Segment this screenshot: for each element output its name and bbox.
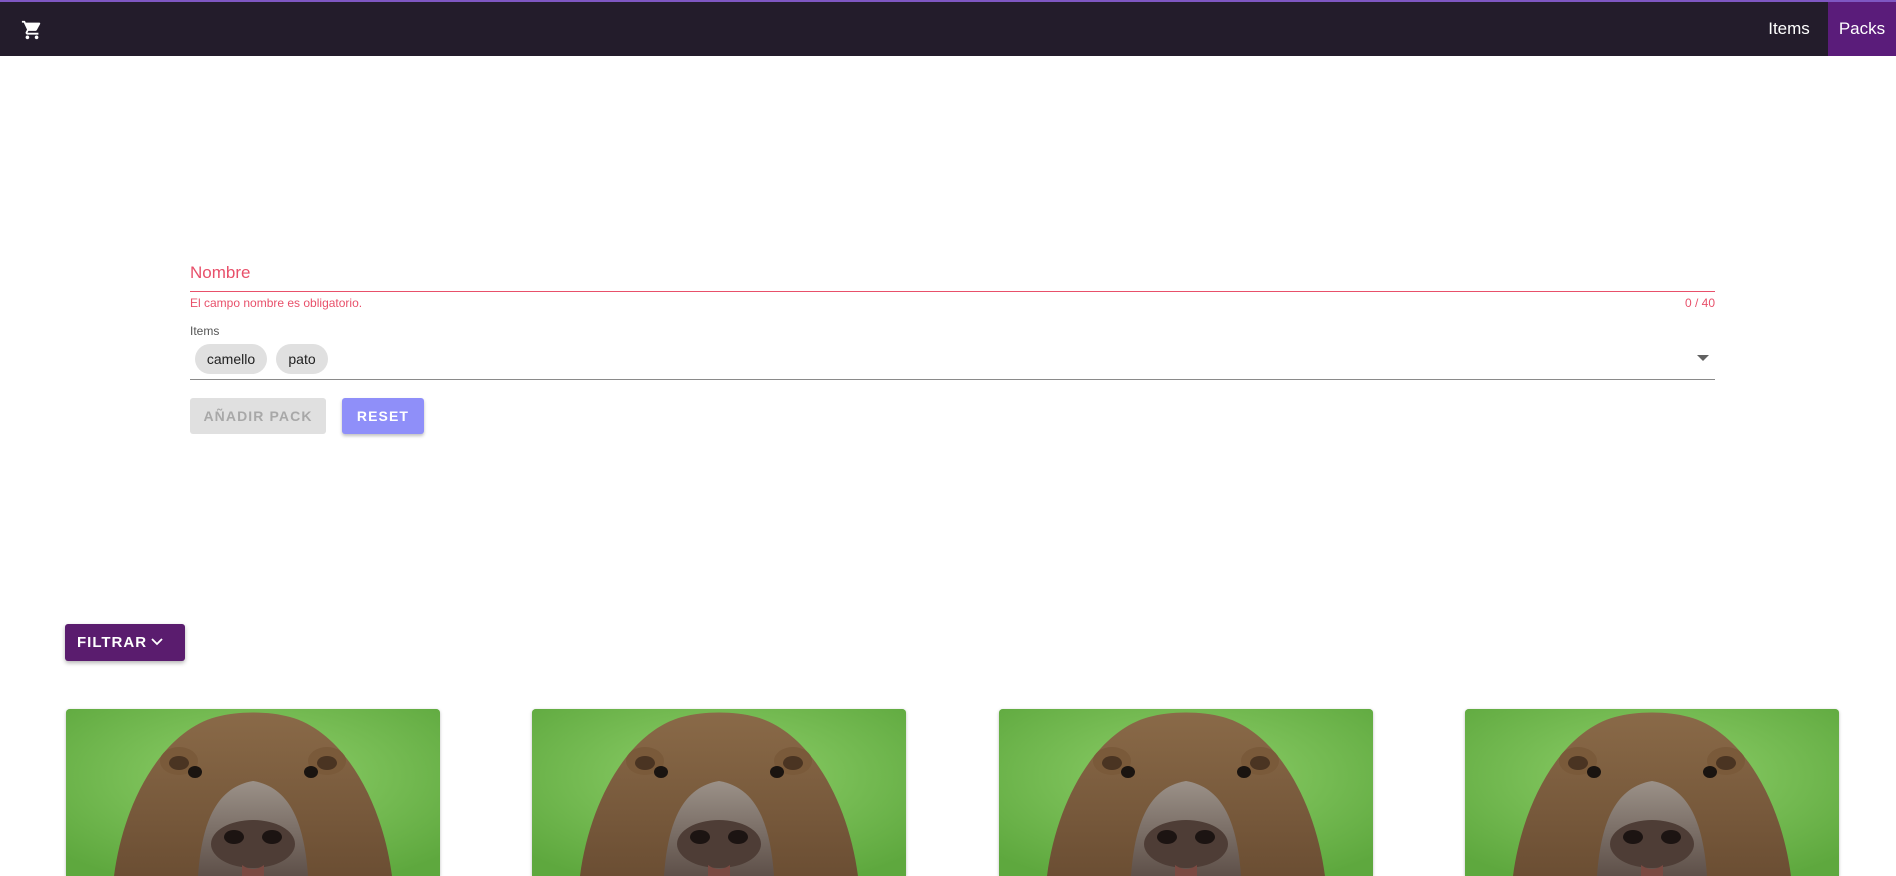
- capybara-photo: [1465, 709, 1839, 876]
- capybara-photo: [66, 709, 440, 876]
- filter-button-label: FILTRAR: [77, 634, 148, 651]
- chevron-down-icon: [151, 638, 163, 646]
- pack-card[interactable]: [66, 709, 440, 876]
- pack-card[interactable]: [999, 709, 1373, 876]
- add-pack-button[interactable]: AÑADIR PACK: [190, 398, 326, 434]
- shopping-cart-icon[interactable]: [14, 14, 50, 46]
- capybara-photo: [532, 709, 906, 876]
- top-navbar: Items Packs: [0, 0, 1896, 56]
- name-field[interactable]: Nombre: [190, 258, 1715, 292]
- name-character-counter: 0 / 40: [1684, 296, 1715, 310]
- nav-link-items[interactable]: Items: [1750, 2, 1828, 56]
- pack-card[interactable]: [532, 709, 906, 876]
- name-error-message: El campo nombre es obligatorio.: [190, 296, 363, 310]
- item-chip-camello[interactable]: camello: [195, 344, 267, 374]
- item-chip-pato[interactable]: pato: [276, 344, 328, 374]
- capybara-photo: [999, 709, 1373, 876]
- pack-card[interactable]: [1465, 709, 1839, 876]
- reset-button[interactable]: RESET: [342, 398, 424, 434]
- filter-button[interactable]: FILTRAR: [65, 624, 185, 661]
- items-field-label: Items: [190, 324, 220, 338]
- name-input[interactable]: [190, 258, 1715, 290]
- nav-link-packs[interactable]: Packs: [1828, 2, 1896, 56]
- dropdown-arrow-icon[interactable]: [1697, 355, 1709, 361]
- items-select[interactable]: camello pato: [190, 340, 1715, 380]
